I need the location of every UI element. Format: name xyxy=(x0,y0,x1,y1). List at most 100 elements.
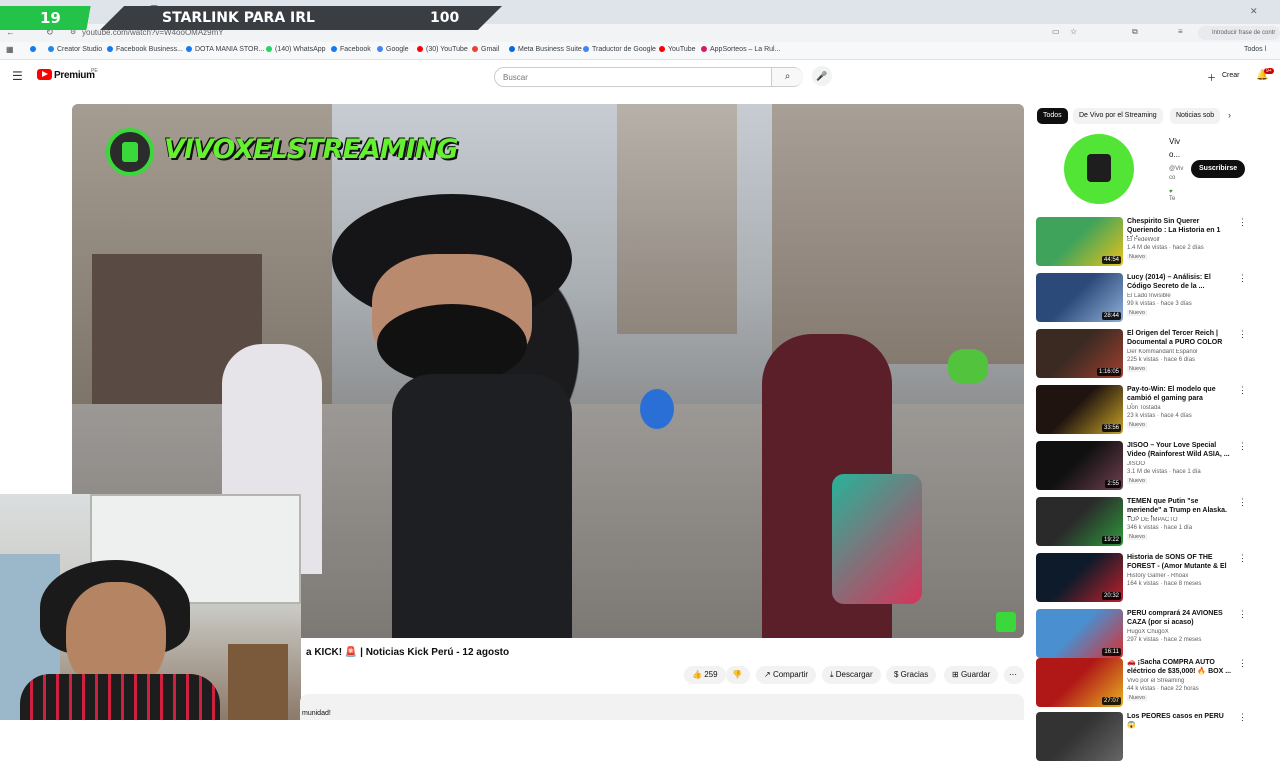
chip-de-vivo[interactable]: De Vivo por el Streaming xyxy=(1073,108,1163,124)
corner-logo-icon xyxy=(996,612,1016,632)
recommendation-title[interactable]: Chespirito Sin Querer Queriendo : La His… xyxy=(1127,217,1233,237)
create-button[interactable]: Crear xyxy=(1222,72,1240,79)
extensions-icon[interactable]: ⧉ xyxy=(1132,27,1138,37)
bookmark-item[interactable] xyxy=(30,46,39,53)
microphone-icon[interactable]: 🎤 xyxy=(812,66,832,86)
webcam-box xyxy=(228,644,288,720)
recommendation-title[interactable]: El Origen del Tercer Reich | Documental … xyxy=(1127,329,1233,347)
recommendation-channel[interactable]: Don Tostada xyxy=(1127,405,1233,411)
bookmark-item[interactable]: Meta Business Suite xyxy=(509,46,582,53)
recommendation-title[interactable]: Historia de SONS OF THE FOREST - (Amor M… xyxy=(1127,553,1233,573)
more-vertical-icon[interactable]: ⋮ xyxy=(1238,273,1247,284)
bookmark-item[interactable]: (30) YouTube xyxy=(417,46,468,53)
recommendation-title[interactable]: PERÚ comprará 24 AVIONES CAZA (por si ac… xyxy=(1127,609,1233,627)
recommendation-channel[interactable]: Vivo por el Streaming xyxy=(1127,678,1233,684)
channel-avatar[interactable] xyxy=(1064,134,1134,204)
recommendation-thumbnail[interactable] xyxy=(1036,712,1123,761)
recommendation-meta: 23 k vistas · hace 4 días xyxy=(1127,413,1192,419)
channel-name[interactable]: Viv xyxy=(1169,137,1180,146)
more-vertical-icon[interactable]: ⋮ xyxy=(1238,658,1247,669)
like-button[interactable]: 👍 259 xyxy=(684,666,726,684)
bookmark-item[interactable]: Google xyxy=(377,46,409,53)
youtube-premium-label[interactable]: Premium xyxy=(54,70,95,81)
save-button[interactable]: ⊞ Guardar xyxy=(944,666,999,684)
dislike-button[interactable]: 👎 xyxy=(726,666,750,684)
search-icon[interactable]: ⌕ xyxy=(771,68,803,86)
menu-icon[interactable]: ≡ xyxy=(1178,27,1183,36)
more-vertical-icon[interactable]: ⋮ xyxy=(1238,497,1247,508)
bookmark-item[interactable]: Facebook xyxy=(331,46,371,53)
subscribe-button[interactable]: Suscribirse xyxy=(1191,160,1246,178)
thanks-button[interactable]: $ Gracias xyxy=(886,666,937,684)
recommendation-meta: 346 k vistas · hace 1 día xyxy=(1127,525,1193,531)
bookmark-item[interactable]: Creator Studio xyxy=(48,46,102,53)
recommendation-thumbnail[interactable]: 33:56 xyxy=(1036,385,1123,434)
recommendation-channel[interactable]: Der Kommandant Español xyxy=(1127,349,1233,355)
recommendation-channel[interactable]: TOP DE IMPACTO xyxy=(1127,517,1233,523)
recommendation-item[interactable]: 2:55 JISOO – Your Love Special Video (Rai… xyxy=(1036,441,1247,491)
bookmarks-bar: ▦ Creator Studio Facebook Business... DO… xyxy=(0,42,1280,60)
chevron-right-icon[interactable]: › xyxy=(1228,110,1231,120)
recommendation-item[interactable]: 20:32 Historia de SONS OF THE FOREST - (A… xyxy=(1036,553,1247,603)
bookmark-item[interactable]: (140) WhatsApp xyxy=(266,46,326,53)
all-bookmarks-folder[interactable]: Todos l xyxy=(1244,46,1266,53)
bookmark-item[interactable]: Facebook Business... xyxy=(107,46,183,53)
bookmark-item[interactable]: AppSorteos – La Rul... xyxy=(701,46,780,53)
recommendation-thumbnail[interactable]: 1:16:05 xyxy=(1036,329,1123,378)
recommendation-thumbnail[interactable]: 19:22 xyxy=(1036,497,1123,546)
bookmark-star-icon[interactable]: ☆ xyxy=(1070,27,1077,36)
hamburger-menu-icon[interactable]: ☰ xyxy=(12,69,23,83)
recommendation-thumbnail[interactable]: 16:11 xyxy=(1036,609,1123,658)
recommendation-channel[interactable]: HugoX ChugoX xyxy=(1127,629,1233,635)
share-button[interactable]: ↗ Compartir xyxy=(756,666,817,684)
more-vertical-icon[interactable]: ⋮ xyxy=(1238,553,1247,564)
more-vertical-icon[interactable]: ⋮ xyxy=(1238,609,1247,620)
recommendation-title[interactable]: JISOO – Your Love Special Video (Rainfor… xyxy=(1127,441,1233,459)
more-vertical-icon[interactable]: ⋮ xyxy=(1238,329,1247,340)
search-box[interactable]: Buscar ⌕ xyxy=(494,67,803,87)
recommendation-channel[interactable]: El Lado Invisible xyxy=(1127,293,1233,299)
recommendation-title[interactable]: Pay-to-Win: El modelo que cambió el gami… xyxy=(1127,385,1233,405)
recommendation-channel[interactable]: JISOO xyxy=(1127,461,1233,467)
bookmark-item[interactable]: Traductor de Google xyxy=(583,46,656,53)
more-vertical-icon[interactable]: ⋮ xyxy=(1238,217,1247,228)
recommendation-thumbnail[interactable]: 28:44 xyxy=(1036,273,1123,322)
recommendation-title[interactable]: Los PEORES casos en PERÚ 😱 xyxy=(1127,712,1233,730)
recommendation-title[interactable]: 🚗 ¡Sacha COMPRA AUTO eléctrico de $35,00… xyxy=(1127,658,1233,676)
recommendation-item[interactable]: 28:44 Lucy (2014) – Análisis: El Código S… xyxy=(1036,273,1247,323)
recommendation-thumbnail[interactable]: 2:55 xyxy=(1036,441,1123,490)
chip-todos[interactable]: Todos xyxy=(1037,108,1068,124)
more-vertical-icon[interactable]: ⋮ xyxy=(1238,712,1247,723)
apps-grid-icon[interactable]: ▦ xyxy=(6,45,14,54)
description-text: munidad! xyxy=(302,710,331,717)
window-close-icon[interactable]: ✕ xyxy=(1250,6,1258,17)
recommendation-item[interactable]: 1:16:05 El Origen del Tercer Reich | Docu… xyxy=(1036,329,1247,379)
recommendation-item[interactable]: 44:54 Chespirito Sin Querer Queriendo : L… xyxy=(1036,217,1247,267)
search-input[interactable]: Buscar xyxy=(503,73,528,82)
recommendation-thumbnail[interactable]: 20:32 xyxy=(1036,553,1123,602)
recommendation-thumbnail[interactable]: 44:54 xyxy=(1036,217,1123,266)
recommendation-title[interactable]: TEMEN que Putin "se meriende" a Trump en… xyxy=(1127,497,1233,517)
youtube-logo-icon[interactable] xyxy=(37,69,52,80)
download-button[interactable]: ⤓ Descargar xyxy=(822,666,881,684)
bookmark-item[interactable]: YouTube xyxy=(659,46,696,53)
video-duration: 19:22 xyxy=(1101,536,1121,544)
recommendation-channel[interactable]: History Gamer - Rhoax xyxy=(1127,573,1233,579)
profile-password-hint[interactable]: Introducir frase de contr xyxy=(1198,26,1280,40)
recommendation-thumbnail[interactable]: 27:07 xyxy=(1036,658,1123,707)
more-vertical-icon[interactable]: ⋮ xyxy=(1238,441,1247,452)
bookmark-item[interactable]: Gmail xyxy=(472,46,499,53)
description-box[interactable]: munidad! xyxy=(300,694,1024,720)
recommendation-item[interactable]: 33:56 Pay-to-Win: El modelo que cambió el… xyxy=(1036,385,1247,435)
more-vertical-icon[interactable]: ⋮ xyxy=(1238,385,1247,396)
chip-noticias[interactable]: Noticias sob xyxy=(1170,108,1220,124)
recommendation-channel[interactable]: El FedeWolf xyxy=(1127,237,1233,243)
recommendation-meta: 44 k vistas · hace 22 horas xyxy=(1127,686,1199,692)
more-actions-button[interactable]: ⋯ xyxy=(1004,666,1024,684)
recommendation-item[interactable]: 27:07 🚗 ¡Sacha COMPRA AUTO eléctrico de $… xyxy=(1036,658,1247,708)
recommendation-item[interactable]: 16:11 PERÚ comprará 24 AVIONES CAZA (por … xyxy=(1036,609,1247,659)
recommendation-item[interactable]: 19:22 TEMEN que Putin "se meriende" a Tru… xyxy=(1036,497,1247,547)
bookmark-item[interactable]: DOTA MANIA STOR... xyxy=(186,46,264,53)
cast-icon[interactable]: ▭ xyxy=(1052,27,1060,36)
recommendation-title[interactable]: Lucy (2014) – Análisis: El Código Secret… xyxy=(1127,273,1233,291)
